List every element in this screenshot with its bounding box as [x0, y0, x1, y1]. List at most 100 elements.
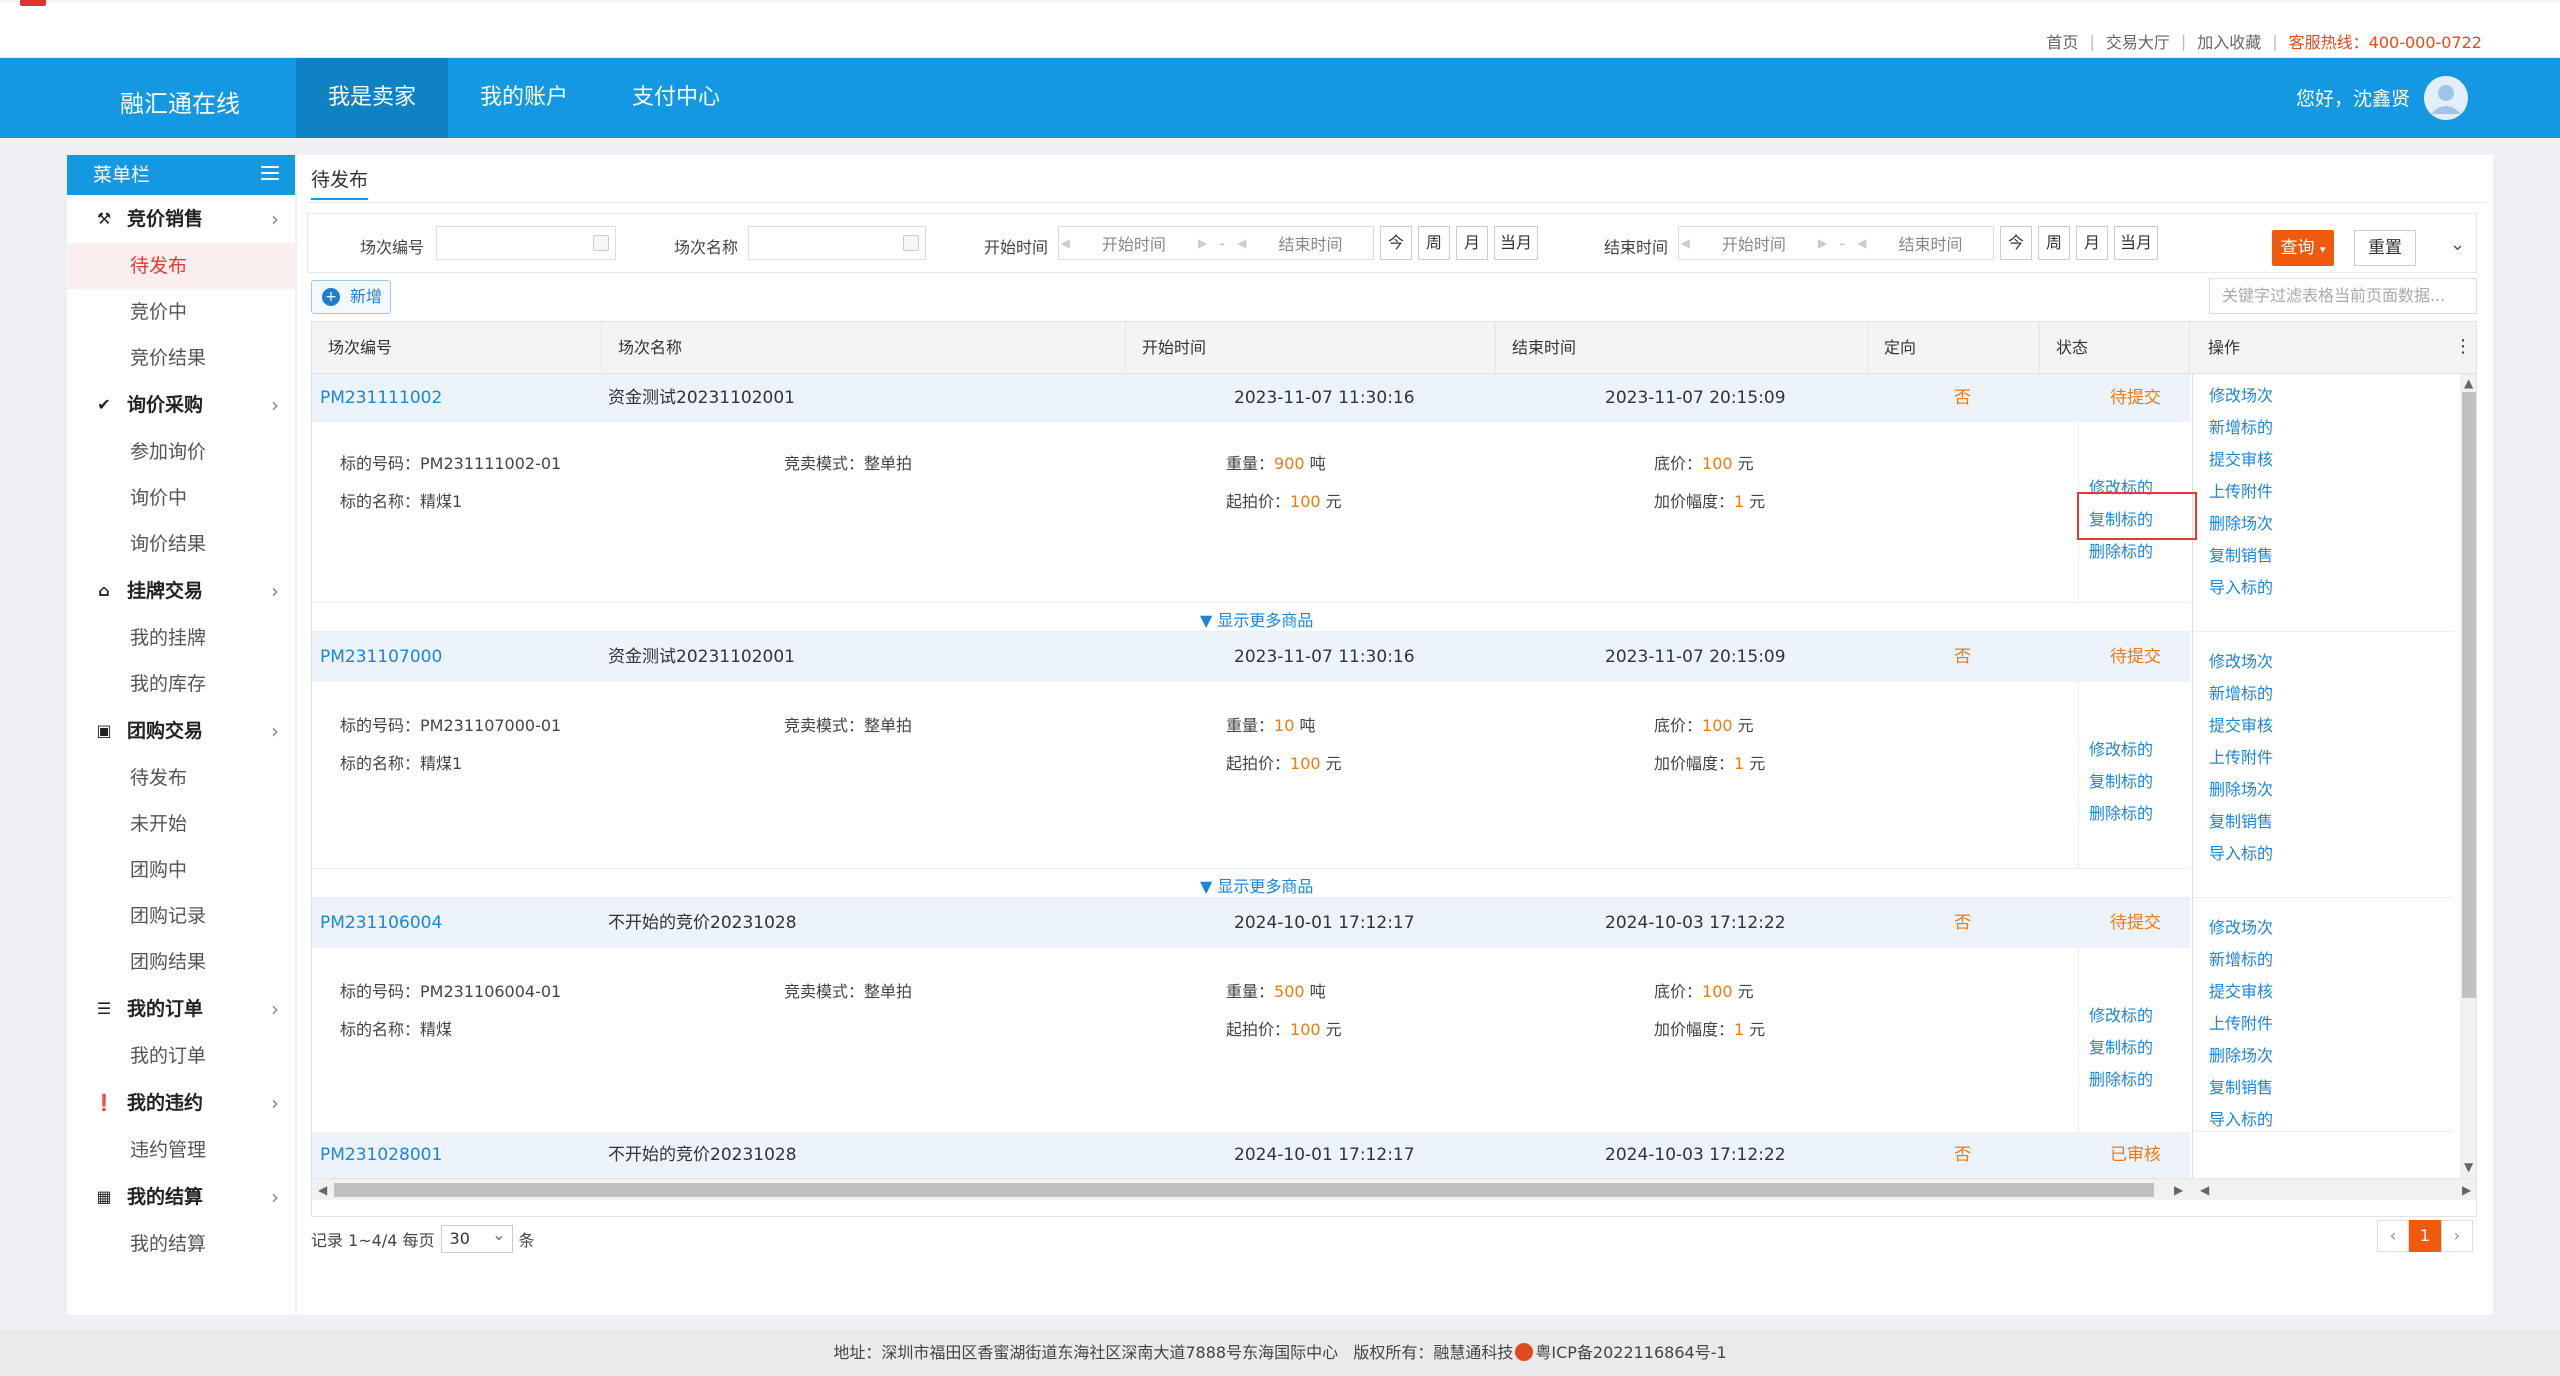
sidebar-item-my-inventory[interactable]: 我的库存	[67, 661, 295, 707]
sidebar-item-gb-ongoing[interactable]: 团购中	[67, 847, 295, 893]
scroll-thumb[interactable]	[2462, 392, 2476, 998]
end-this-month-button[interactable]: 当月	[2114, 226, 2158, 260]
sidebar-group-group-buy[interactable]: ▣ 团购交易 ›	[67, 707, 295, 755]
delete-item-link[interactable]: 删除标的	[2089, 538, 2153, 562]
add-item-link[interactable]: 新增标的	[2209, 946, 2273, 970]
sidebar-group-settlement[interactable]: ▦ 我的结算 ›	[67, 1173, 295, 1221]
start-week-button[interactable]: 周	[1418, 226, 1450, 260]
session-name-input[interactable]	[748, 226, 926, 260]
delete-session-link[interactable]: 删除场次	[2209, 510, 2273, 534]
add-button[interactable]: + 新增	[311, 280, 391, 314]
column-menu-icon[interactable]: ⋮	[2454, 336, 2472, 357]
start-to-field[interactable]: 结束时间	[1248, 231, 1373, 255]
scroll-right-icon[interactable]: ▶	[2462, 1183, 2471, 1197]
nav-my-account[interactable]: 我的账户	[448, 58, 600, 138]
sidebar-item-inquiring[interactable]: 询价中	[67, 475, 295, 521]
import-items-link[interactable]: 导入标的	[2209, 840, 2273, 864]
edit-session-link[interactable]: 修改场次	[2209, 914, 2273, 938]
avatar[interactable]	[2424, 76, 2468, 120]
col-session-code[interactable]: 场次编号	[312, 322, 602, 374]
scroll-down-icon[interactable]: ▼	[2464, 1160, 2473, 1174]
start-month-button[interactable]: 月	[1456, 226, 1488, 260]
sidebar-group-orders[interactable]: ☰ 我的订单 ›	[67, 985, 295, 1033]
sidebar-item-my-settlement[interactable]: 我的结算	[67, 1221, 295, 1267]
query-button[interactable]: 查询 ▾	[2272, 230, 2334, 266]
add-item-link[interactable]: 新增标的	[2209, 680, 2273, 704]
scroll-right-icon[interactable]: ▶	[2174, 1183, 2183, 1197]
scroll-up-icon[interactable]: ▲	[2464, 376, 2473, 390]
footer-icp[interactable]: 粤ICP备2022116864号-1	[1535, 1343, 1726, 1362]
sidebar-item-bid-results[interactable]: 竞价结果	[67, 335, 295, 381]
copy-item-link[interactable]: 复制标的	[2089, 768, 2153, 792]
nav-payment-center[interactable]: 支付中心	[600, 58, 752, 138]
delete-item-link[interactable]: 删除标的	[2089, 800, 2153, 824]
delete-session-link[interactable]: 删除场次	[2209, 1042, 2273, 1066]
home-link[interactable]: 首页	[2046, 29, 2078, 53]
page-button-current[interactable]: 1	[2409, 1220, 2441, 1252]
end-time-range[interactable]: ◀ 开始时间 ▶ - ◀ 结束时间	[1678, 226, 1994, 260]
session-code-link[interactable]: PM231111002	[320, 374, 442, 422]
vertical-scrollbar[interactable]: ▲ ▼	[2460, 374, 2476, 1178]
edit-session-link[interactable]: 修改场次	[2209, 382, 2273, 406]
sidebar-item-inquiry-results[interactable]: 询价结果	[67, 521, 295, 567]
upload-attachment-link[interactable]: 上传附件	[2209, 1010, 2273, 1034]
edit-item-link[interactable]: 修改标的	[2089, 1002, 2153, 1026]
sidebar-group-inquiry[interactable]: ✔ 询价采购 ›	[67, 381, 295, 429]
end-from-field[interactable]: 开始时间	[1691, 231, 1816, 255]
sidebar-item-gb-records[interactable]: 团购记录	[67, 893, 295, 939]
trading-hall-link[interactable]: 交易大厅	[2106, 29, 2170, 53]
edit-item-link[interactable]: 修改标的	[2089, 736, 2153, 760]
start-today-button[interactable]: 今	[1380, 226, 1412, 260]
sidebar-group-violations[interactable]: ❗ 我的违约 ›	[67, 1079, 295, 1127]
menu-toggle-icon[interactable]	[261, 166, 279, 182]
expand-chevron-icon[interactable]: ⌄	[2450, 234, 2465, 255]
table-row[interactable]: PM231028001 不开始的竞价20231028 2024-10-01 17…	[312, 1132, 2190, 1178]
sidebar-item-gb-not-started[interactable]: 未开始	[67, 801, 295, 847]
sidebar-item-my-orders[interactable]: 我的订单	[67, 1033, 295, 1079]
upload-attachment-link[interactable]: 上传附件	[2209, 744, 2273, 768]
submit-review-link[interactable]: 提交审核	[2209, 978, 2273, 1002]
start-from-field[interactable]: 开始时间	[1071, 231, 1196, 255]
scroll-thumb[interactable]	[334, 1183, 2154, 1197]
start-this-month-button[interactable]: 当月	[1494, 226, 1538, 260]
import-items-link[interactable]: 导入标的	[2209, 1106, 2273, 1130]
start-time-range[interactable]: ◀ 开始时间 ▶ - ◀ 结束时间	[1058, 226, 1374, 260]
col-status[interactable]: 状态	[2040, 322, 2190, 374]
delete-item-link[interactable]: 删除标的	[2089, 1066, 2153, 1090]
add-favorite-link[interactable]: 加入收藏	[2197, 29, 2261, 53]
sidebar-group-listing[interactable]: ⌂ 挂牌交易 ›	[67, 567, 295, 615]
next-page-button[interactable]: ›	[2441, 1220, 2473, 1252]
sidebar-item-join-inquiry[interactable]: 参加询价	[67, 429, 295, 475]
table-row[interactable]: PM231111002 资金测试20231102001 2023-11-07 1…	[312, 374, 2190, 422]
copy-item-link[interactable]: 复制标的	[2089, 1034, 2153, 1058]
col-directed[interactable]: 定向	[1868, 322, 2040, 374]
session-code-link[interactable]: PM231106004	[320, 898, 442, 948]
copy-sale-link[interactable]: 复制销售	[2209, 1074, 2273, 1098]
col-end-time[interactable]: 结束时间	[1496, 322, 1868, 374]
end-today-button[interactable]: 今	[2000, 226, 2032, 260]
user-greeting[interactable]: 您好，沈鑫贤	[2296, 84, 2410, 111]
sidebar-item-bidding[interactable]: 竞价中	[67, 289, 295, 335]
table-row[interactable]: PM231106004 不开始的竞价20231028 2024-10-01 17…	[312, 898, 2190, 948]
sidebar-item-my-listings[interactable]: 我的挂牌	[67, 615, 295, 661]
scroll-left-icon[interactable]: ◀	[2200, 1183, 2209, 1197]
sidebar-item-gb-pending[interactable]: 待发布	[67, 755, 295, 801]
col-start-time[interactable]: 开始时间	[1126, 322, 1496, 374]
session-code-input[interactable]	[436, 226, 616, 260]
submit-review-link[interactable]: 提交审核	[2209, 712, 2273, 736]
horizontal-scrollbar[interactable]: ◀ ▶ ◀ ▶	[312, 1178, 2476, 1200]
session-code-link[interactable]: PM231028001	[320, 1132, 442, 1178]
upload-attachment-link[interactable]: 上传附件	[2209, 478, 2273, 502]
prev-page-button[interactable]: ‹	[2377, 1220, 2409, 1252]
edit-session-link[interactable]: 修改场次	[2209, 648, 2273, 672]
session-code-link[interactable]: PM231107000	[320, 632, 442, 682]
copy-sale-link[interactable]: 复制销售	[2209, 808, 2273, 832]
show-more-bar[interactable]: ▼ 显示更多商品	[312, 868, 2190, 898]
scroll-left-icon[interactable]: ◀	[318, 1183, 327, 1197]
reset-button[interactable]: 重置	[2354, 230, 2416, 266]
tab-pending-publish[interactable]: 待发布	[311, 165, 369, 200]
table-row[interactable]: PM231107000 资金测试20231102001 2023-11-07 1…	[312, 632, 2190, 682]
end-month-button[interactable]: 月	[2076, 226, 2108, 260]
submit-review-link[interactable]: 提交审核	[2209, 446, 2273, 470]
end-week-button[interactable]: 周	[2038, 226, 2070, 260]
